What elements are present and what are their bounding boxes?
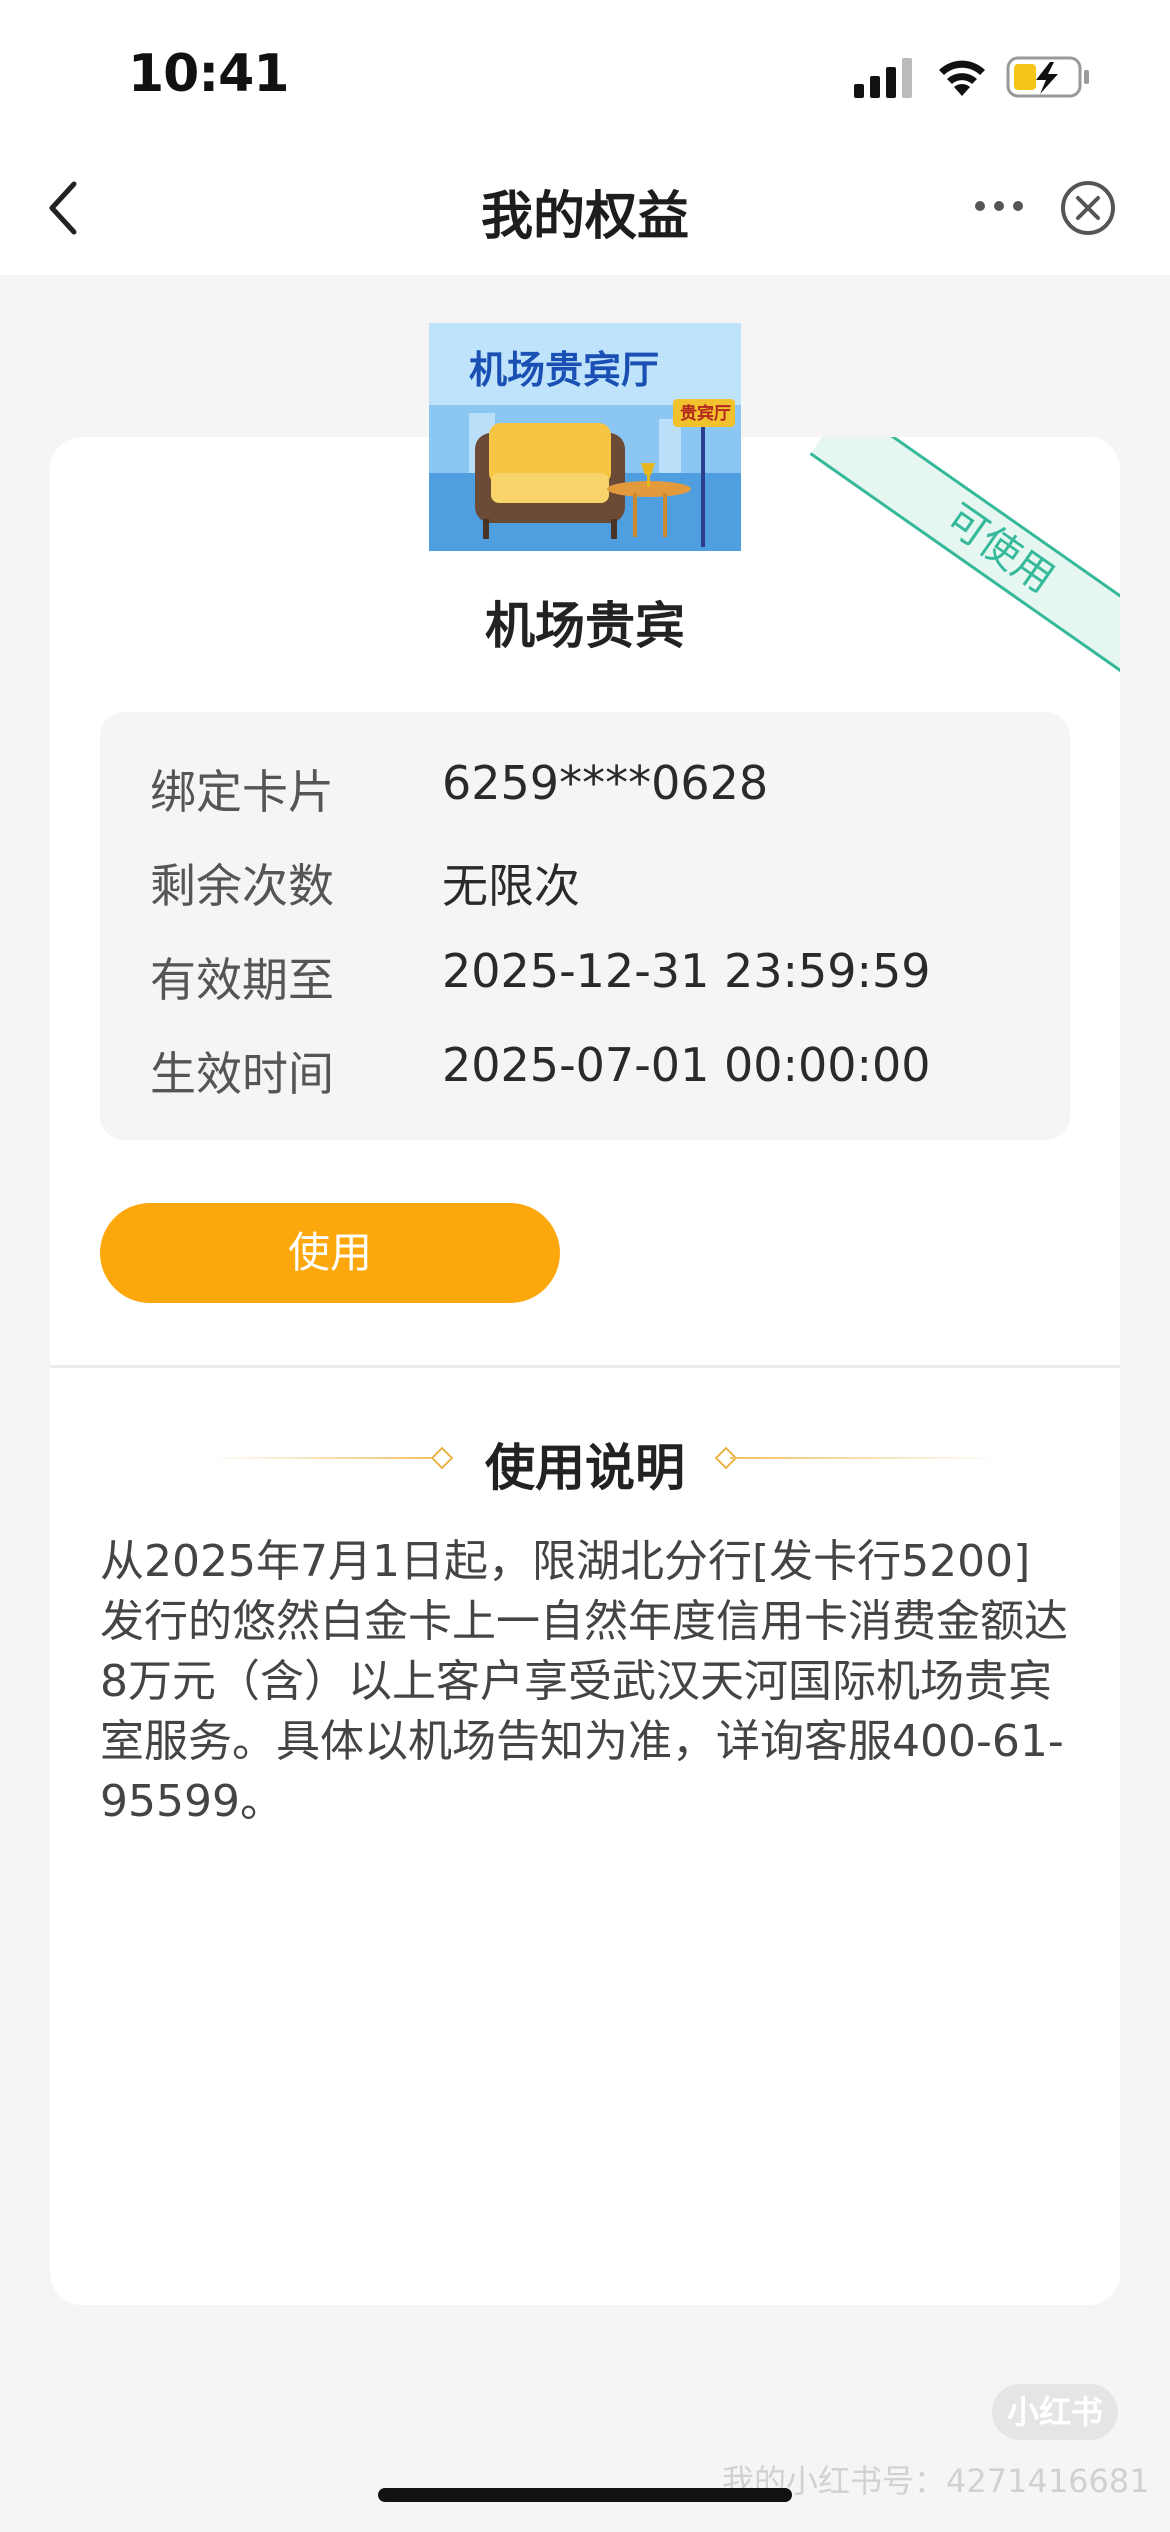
- image-sign-text: 贵宾厅: [680, 403, 731, 424]
- home-indicator: [378, 2488, 792, 2502]
- status-bar: 10:41: [0, 0, 1170, 150]
- watermark-logo: 小红书: [992, 2384, 1118, 2440]
- info-label-expiry: 有效期至: [150, 953, 334, 1007]
- cellular-signal-icon: [854, 58, 912, 98]
- info-value-expiry: 2025-12-31 23:59:59: [442, 944, 931, 998]
- info-label-remaining: 剩余次数: [150, 859, 334, 913]
- status-time: 10:41: [128, 44, 290, 104]
- use-button[interactable]: 使用: [100, 1203, 560, 1303]
- instructions-title: 使用说明: [485, 1439, 685, 1497]
- benefit-title: 机场贵宾: [485, 597, 685, 655]
- close-miniprogram-icon[interactable]: [1058, 178, 1118, 238]
- image-banner-text: 机场贵宾厅: [469, 348, 659, 392]
- title-decor-line-right: [730, 1457, 1000, 1459]
- info-label-card: 绑定卡片: [150, 765, 334, 819]
- info-value-effective: 2025-07-01 00:00:00: [442, 1038, 931, 1092]
- info-value-card: 6259****0628: [442, 756, 769, 810]
- info-value-remaining: 无限次: [442, 859, 580, 913]
- airport-lounge-image: 机场贵宾厅 贵宾厅: [429, 323, 741, 551]
- instructions-text: 从2025年7月1日起，限湖北分行[发卡行5200]发行的悠然白金卡上一自然年度…: [100, 1536, 1068, 1827]
- more-options-icon[interactable]: [972, 194, 1026, 218]
- section-divider: [50, 1365, 1120, 1368]
- info-label-effective: 生效时间: [150, 1047, 334, 1101]
- wifi-icon: [939, 60, 985, 96]
- battery-charging-icon: [1006, 56, 1089, 98]
